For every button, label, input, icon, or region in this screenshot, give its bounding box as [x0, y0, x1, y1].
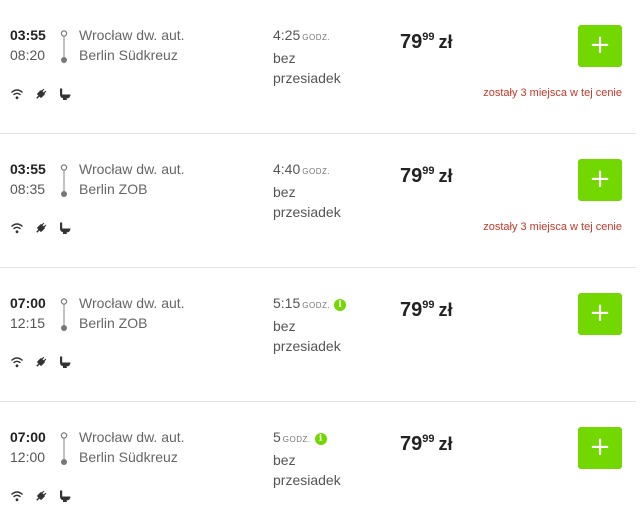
- departure-station[interactable]: Wrocław dw. aut.: [79, 25, 185, 45]
- departure-time: 03:55: [10, 27, 46, 43]
- duration-time: 4:40: [273, 161, 301, 177]
- arrival-time: 12:15: [10, 315, 46, 331]
- duration-unit: GODZ.: [282, 435, 311, 444]
- transfers-label-2: przesiadek: [273, 338, 341, 354]
- duration-value: 5 GODZ. i: [273, 427, 383, 450]
- trip-list: 03:55 08:20 Wrocław dw. aut. Berlin Südk…: [0, 0, 640, 526]
- amenities: [10, 489, 72, 503]
- seats-left-notice: zostały 3 miejsca w tej cenie: [483, 87, 622, 99]
- price-decimal: 99: [422, 433, 435, 445]
- trip-stations: Wrocław dw. aut. Berlin ZOB: [79, 293, 185, 333]
- transfers-label-2: przesiadek: [273, 472, 341, 488]
- price-decimal: 99: [422, 165, 435, 177]
- trip-times: 07:00 12:00: [10, 427, 50, 467]
- info-icon[interactable]: i: [334, 299, 347, 311]
- trip-row: 03:55 08:35 Wrocław dw. aut. Berlin ZOB …: [0, 134, 636, 268]
- price-currency: zł: [438, 166, 453, 186]
- trip-price: 7999 zł: [400, 31, 453, 54]
- power-plug-icon: [34, 355, 48, 369]
- amenities: [10, 355, 72, 369]
- departure-time: 07:00: [10, 429, 46, 445]
- departure-station[interactable]: Wrocław dw. aut.: [79, 293, 185, 313]
- wifi-icon: [10, 87, 24, 101]
- trip-stations: Wrocław dw. aut. Berlin ZOB: [79, 159, 185, 199]
- duration-time: 5:15: [273, 295, 301, 311]
- power-plug-icon: [34, 221, 48, 235]
- toilet-icon: [58, 355, 72, 369]
- duration-value: 4:25 GODZ.: [273, 25, 383, 48]
- transfers-label: bez: [273, 318, 296, 334]
- route-line-icon: [60, 298, 68, 331]
- toilet-icon: [58, 489, 72, 503]
- trip-times: 03:55 08:20: [10, 25, 50, 65]
- trip-row: 03:55 08:20 Wrocław dw. aut. Berlin Südk…: [0, 0, 636, 134]
- info-icon[interactable]: i: [314, 433, 327, 445]
- price-integer: 79: [400, 165, 423, 187]
- duration-unit: GODZ.: [302, 301, 331, 310]
- route-line-icon: [60, 432, 68, 465]
- trip-duration: 5:15 GODZ. i bez przesiadek: [273, 293, 383, 356]
- duration-time: 4:25: [273, 27, 301, 43]
- arrival-station[interactable]: Berlin Südkreuz: [79, 447, 185, 467]
- price-integer: 79: [400, 31, 423, 53]
- amenities: [10, 87, 72, 101]
- trip-price: 7999 zł: [400, 433, 453, 456]
- power-plug-icon: [34, 87, 48, 101]
- route-line-icon: [60, 30, 68, 63]
- trip-stations: Wrocław dw. aut. Berlin Südkreuz: [79, 25, 185, 65]
- trip-row: 07:00 12:15 Wrocław dw. aut. Berlin ZOB …: [0, 268, 636, 402]
- wifi-icon: [10, 355, 24, 369]
- price-currency: zł: [438, 300, 453, 320]
- departure-time: 03:55: [10, 161, 46, 177]
- seats-left-notice: zostały 3 miejsca w tej cenie: [483, 221, 622, 233]
- price-integer: 79: [400, 299, 423, 321]
- transfers-label-2: przesiadek: [273, 70, 341, 86]
- transfers-label: bez: [273, 50, 296, 66]
- trip-row: 07:00 12:00 Wrocław dw. aut. Berlin Südk…: [0, 402, 636, 526]
- price-integer: 79: [400, 433, 423, 455]
- trip-duration: 4:40 GODZ. bez przesiadek: [273, 159, 383, 222]
- wifi-icon: [10, 489, 24, 503]
- route-line-icon: [60, 164, 68, 197]
- arrival-station[interactable]: Berlin Südkreuz: [79, 45, 185, 65]
- price-currency: zł: [438, 32, 453, 52]
- transfers-label-2: przesiadek: [273, 204, 341, 220]
- add-trip-button[interactable]: +: [578, 293, 622, 335]
- trip-price: 7999 zł: [400, 165, 453, 188]
- departure-station[interactable]: Wrocław dw. aut.: [79, 427, 185, 447]
- toilet-icon: [58, 221, 72, 235]
- duration-time: 5: [273, 429, 281, 445]
- trip-price: 7999 zł: [400, 299, 453, 322]
- add-trip-button[interactable]: +: [578, 25, 622, 67]
- trip-times: 03:55 08:35: [10, 159, 50, 199]
- duration-value: 4:40 GODZ.: [273, 159, 383, 182]
- toilet-icon: [58, 87, 72, 101]
- price-decimal: 99: [422, 31, 435, 43]
- duration-value: 5:15 GODZ. i: [273, 293, 383, 316]
- transfers-label: bez: [273, 452, 296, 468]
- duration-unit: GODZ.: [302, 33, 331, 42]
- arrival-time: 08:35: [10, 181, 46, 197]
- wifi-icon: [10, 221, 24, 235]
- arrival-station[interactable]: Berlin ZOB: [79, 313, 185, 333]
- amenities: [10, 221, 72, 235]
- power-plug-icon: [34, 489, 48, 503]
- trip-duration: 4:25 GODZ. bez przesiadek: [273, 25, 383, 88]
- trip-stations: Wrocław dw. aut. Berlin Südkreuz: [79, 427, 185, 467]
- price-currency: zł: [438, 434, 453, 454]
- transfers-label: bez: [273, 184, 296, 200]
- departure-time: 07:00: [10, 295, 46, 311]
- arrival-time: 08:20: [10, 47, 46, 63]
- trip-times: 07:00 12:15: [10, 293, 50, 333]
- price-decimal: 99: [422, 299, 435, 311]
- add-trip-button[interactable]: +: [578, 159, 622, 201]
- arrival-station[interactable]: Berlin ZOB: [79, 179, 185, 199]
- add-trip-button[interactable]: +: [578, 427, 622, 469]
- duration-unit: GODZ.: [302, 167, 331, 176]
- arrival-time: 12:00: [10, 449, 46, 465]
- trip-duration: 5 GODZ. i bez przesiadek: [273, 427, 383, 490]
- departure-station[interactable]: Wrocław dw. aut.: [79, 159, 185, 179]
